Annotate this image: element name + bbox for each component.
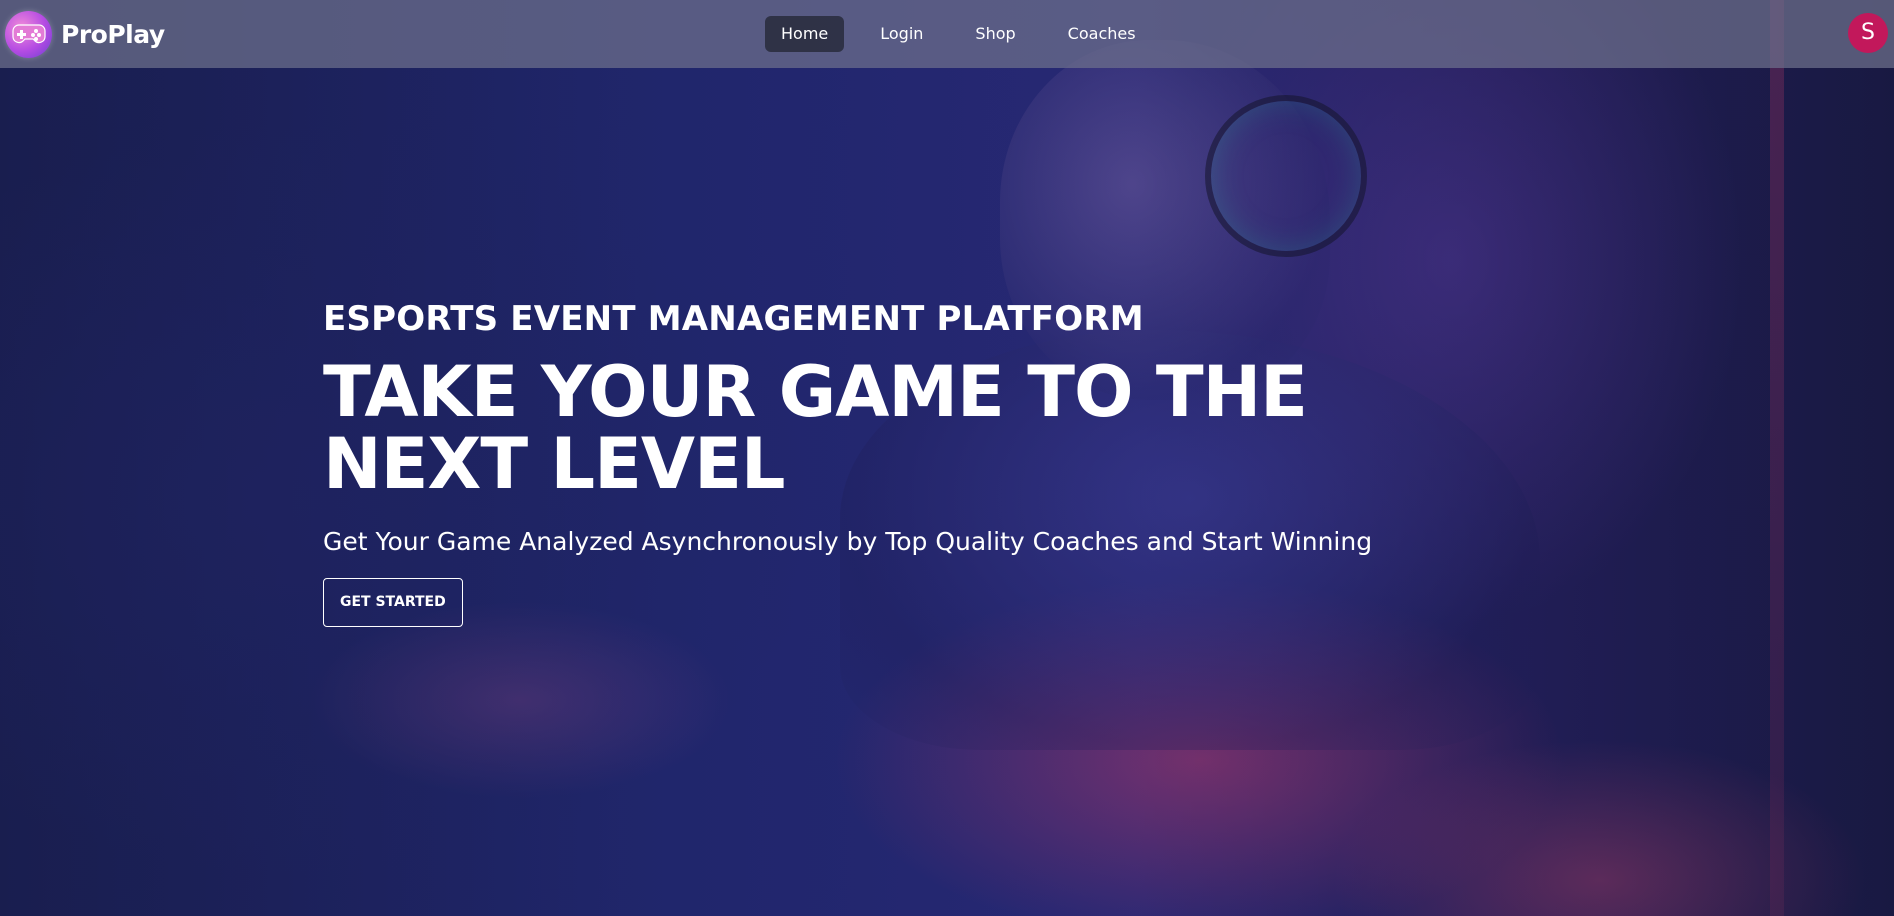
nav-link-coaches[interactable]: Coaches [1052, 16, 1152, 52]
nav-link-shop[interactable]: Shop [959, 16, 1031, 52]
get-started-button[interactable]: GET STARTED [323, 578, 463, 627]
hero-headline: TAKE YOUR GAME TO THE NEXT LEVEL [323, 351, 1308, 505]
gamepad-icon [5, 10, 52, 58]
navbar: ProPlay Home Login Shop Coaches S [0, 0, 1894, 68]
nav-link-home[interactable]: Home [765, 16, 845, 52]
brand-name: ProPlay [61, 19, 165, 49]
nav-link-login[interactable]: Login [864, 16, 939, 52]
hero-subheadline: Get Your Game Analyzed Asynchronously by… [323, 527, 1373, 556]
user-avatar[interactable]: S [1848, 13, 1888, 53]
nav-links: Home Login Shop Coaches [765, 16, 1172, 52]
hero-content: ESPORTS EVENT MANAGEMENT PLATFORM TAKE Y… [323, 296, 1523, 627]
hero-eyebrow: ESPORTS EVENT MANAGEMENT PLATFORM [323, 299, 1144, 339]
brand[interactable]: ProPlay [5, 9, 165, 59]
